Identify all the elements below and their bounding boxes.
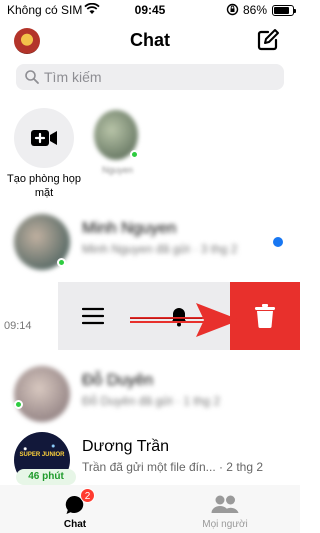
contact-name: Minh Nguyen	[82, 220, 177, 237]
red-arrow-annotation	[130, 303, 240, 337]
status-bar: Không có SIM 09:45 86%	[0, 0, 300, 22]
create-room-label: Tạo phòng họp mặt	[6, 173, 81, 199]
active-time-badge: 46 phút	[16, 469, 76, 485]
message-preview: Minh Nguyen đã gửi · 3 thg 2	[82, 242, 238, 256]
tab-people[interactable]: Mọi người	[150, 485, 300, 533]
header: Chat	[0, 22, 300, 62]
contact-name: Đỗ Duyên	[82, 372, 154, 389]
tab-chat[interactable]: 2 Chat	[0, 485, 150, 533]
create-room-button[interactable]	[14, 108, 74, 168]
contact-name: Dương Trần	[82, 438, 170, 455]
tab-label: Chat	[63, 519, 87, 530]
more-button[interactable]	[58, 282, 128, 350]
search-icon	[25, 70, 39, 84]
unread-badge: 2	[80, 488, 95, 503]
search-input[interactable]: Tìm kiếm	[16, 64, 284, 90]
online-indicator	[57, 258, 66, 267]
menu-icon	[82, 307, 104, 325]
video-plus-icon	[31, 130, 57, 146]
chat-row[interactable]: Đỗ Duyên Đỗ Duyên đã gửi · 1 thg 2	[0, 358, 300, 424]
online-indicator	[130, 150, 139, 159]
contact-avatar	[14, 366, 70, 422]
tab-label: Mọi người	[202, 519, 248, 530]
page-title: Chat	[130, 30, 170, 50]
message-time: 09:14	[4, 320, 32, 332]
battery-percent: 86%	[243, 3, 268, 17]
tab-bar: 2 Chat Mọi người	[0, 485, 300, 533]
compose-button[interactable]	[256, 28, 280, 52]
unread-indicator	[273, 237, 283, 247]
compose-icon	[257, 29, 279, 51]
online-indicator	[14, 400, 23, 409]
message-preview: Trần đã gửi một file đín... · 2 thg 2	[82, 460, 264, 474]
search-placeholder: Tìm kiếm	[44, 69, 102, 85]
trash-icon	[255, 304, 275, 329]
battery-icon	[272, 5, 296, 16]
chat-row[interactable]: Minh Nguyen Minh Nguyen đã gửi · 3 thg 2	[0, 206, 300, 272]
story-friend-label: Nguyen	[101, 165, 134, 175]
people-icon	[211, 495, 239, 513]
message-preview: Đỗ Duyên đã gửi · 1 thg 2	[82, 394, 221, 408]
orientation-lock-icon	[226, 3, 239, 19]
